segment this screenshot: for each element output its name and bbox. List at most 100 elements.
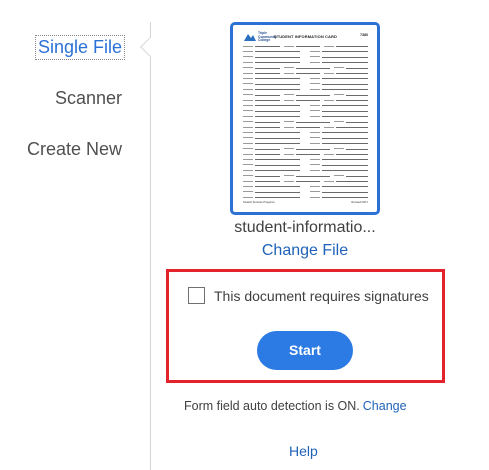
- document-field-label-mark: [243, 126, 253, 128]
- document-field-label-mark: [284, 72, 294, 74]
- document-field-label-mark: [324, 99, 334, 101]
- document-form-line: [296, 73, 320, 74]
- document-field-label-mark: [310, 185, 320, 187]
- document-field-label-mark: [243, 77, 253, 79]
- document-form-line: [322, 83, 368, 85]
- document-field-label-mark: [324, 180, 334, 182]
- document-form-line: [296, 100, 320, 101]
- document-field-label-mark: [334, 175, 344, 177]
- document-field-label-mark: [243, 104, 253, 106]
- document-field-label-mark: [310, 83, 320, 85]
- requires-signatures-label: This document requires signatures: [214, 288, 429, 304]
- document-form-line: [346, 121, 368, 123]
- document-field-label-mark: [310, 196, 320, 198]
- nav-single-file[interactable]: Single File: [34, 35, 125, 60]
- autodetect-change-link[interactable]: Change: [363, 399, 407, 413]
- document-field-label-mark: [243, 121, 253, 123]
- autodetect-status: Form field auto detection is ON. Change: [184, 399, 407, 413]
- document-field-label-mark: [243, 142, 253, 144]
- document-field-label-mark: [243, 148, 253, 150]
- document-field-label-mark: [243, 94, 253, 96]
- help-link[interactable]: Help: [289, 443, 318, 459]
- document-field-label-mark: [243, 67, 253, 69]
- document-form-line: [255, 121, 280, 123]
- nav-create-new[interactable]: Create New: [27, 139, 122, 160]
- document-form-line: [255, 73, 280, 74]
- document-field-label-mark: [310, 61, 320, 63]
- document-form-line: [296, 175, 330, 177]
- document-form-line: [296, 127, 320, 128]
- document-form-line: [255, 127, 280, 128]
- document-form-line: [255, 94, 280, 96]
- document-form-line: [255, 116, 300, 118]
- document-field-label-mark: [310, 142, 320, 144]
- document-field-label-mark: [334, 67, 344, 69]
- document-form-line: [255, 154, 280, 155]
- document-form-line: [255, 159, 300, 161]
- document-form-line: [255, 132, 300, 134]
- document-form-line: [296, 154, 320, 155]
- document-field-label-mark: [334, 148, 344, 150]
- document-form-line: [322, 143, 368, 145]
- file-thumbnail[interactable]: Triple Community College STUDENT INFORMATI…: [230, 22, 380, 215]
- document-field-label-mark: [243, 83, 253, 85]
- document-field-label-mark: [310, 104, 320, 106]
- document-form-line: [255, 100, 280, 101]
- document-form-line: [322, 105, 368, 107]
- document-form-line: [322, 170, 368, 172]
- document-form-line: [322, 132, 368, 134]
- document-field-label-mark: [243, 88, 253, 90]
- document-field-label-mark: [324, 72, 334, 74]
- document-form-line: [255, 181, 280, 182]
- document-form-line: [346, 148, 368, 150]
- file-name: student-informatio...: [234, 219, 376, 236]
- document-form-line: [255, 56, 300, 58]
- document-form-line: [336, 154, 368, 155]
- document-form-line: [255, 51, 300, 53]
- document-field-label-mark: [310, 169, 320, 171]
- document-form-line: [255, 186, 300, 188]
- start-button[interactable]: Start: [257, 331, 353, 370]
- document-field-label-mark: [284, 153, 294, 155]
- document-form-line: [255, 67, 280, 69]
- document-field-label-mark: [310, 158, 320, 160]
- document-form-line: [255, 148, 280, 150]
- document-form-line: [336, 181, 368, 182]
- document-form-line: [255, 62, 300, 64]
- document-form-line: [322, 51, 368, 53]
- document-form-line: [255, 143, 300, 145]
- document-field-label-mark: [243, 137, 253, 139]
- document-field-label-mark: [243, 153, 253, 155]
- document-form-line: [296, 67, 330, 69]
- document-field-label-mark: [284, 121, 294, 123]
- document-form-line: [255, 175, 280, 177]
- document-field-label-mark: [310, 88, 320, 90]
- document-field-label-mark: [243, 131, 253, 133]
- sidebar: Single File Scanner Create New: [0, 0, 150, 470]
- document-field-label-mark: [243, 175, 253, 177]
- document-form-line: [346, 67, 368, 69]
- document-field-label-mark: [284, 45, 294, 47]
- document-field-label-mark: [243, 56, 253, 58]
- nav-scanner[interactable]: Scanner: [55, 88, 122, 109]
- document-form-line: [322, 78, 368, 80]
- document-form-line: [322, 56, 368, 58]
- document-form-line: [346, 94, 368, 96]
- requires-signatures-checkbox[interactable]: [188, 287, 205, 304]
- document-field-label-mark: [243, 50, 253, 52]
- document-field-label-mark: [284, 126, 294, 128]
- document-field-label-mark: [243, 158, 253, 160]
- document-field-label-mark: [310, 110, 320, 112]
- document-field-label-mark: [284, 175, 294, 177]
- document-field-label-mark: [310, 115, 320, 117]
- document-field-label-mark: [310, 50, 320, 52]
- document-form-line: [255, 110, 300, 112]
- change-file-link[interactable]: Change File: [224, 242, 386, 260]
- document-field-label-mark: [243, 180, 253, 182]
- document-field-label-mark: [243, 99, 253, 101]
- document-form-line: [322, 191, 368, 193]
- document-field-label-mark: [310, 191, 320, 193]
- document-field-label-mark: [284, 94, 294, 96]
- document-field-label-mark: [324, 153, 334, 155]
- document-form-line: [296, 94, 330, 96]
